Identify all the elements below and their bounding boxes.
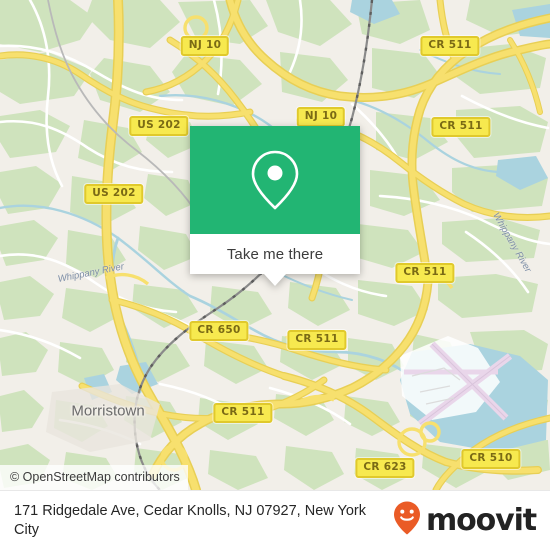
road-shield-cr-511-upper-right[interactable]: CR 511: [431, 117, 491, 137]
footer-bar: 171 Ridgedale Ave, Cedar Knolls, NJ 0792…: [0, 490, 550, 550]
take-me-there-label: Take me there: [226, 245, 324, 263]
road-shield-cr-511-right[interactable]: CR 511: [395, 263, 455, 283]
address-line-1: 171 Ridgedale Ave, Cedar Knolls, NJ 0792…: [14, 502, 334, 519]
road-shield-cr-511-top[interactable]: CR 511: [420, 36, 480, 56]
road-shield-nj-10-center[interactable]: NJ 10: [296, 107, 346, 127]
address-text: 171 Ridgedale Ave, Cedar Knolls, NJ 0792…: [14, 502, 392, 540]
moovit-map-screen: Whippany River Whippany River Morristown…: [0, 0, 550, 550]
road-shield-cr-511-bottom[interactable]: CR 511: [213, 403, 273, 423]
map-canvas[interactable]: Whippany River Whippany River Morristown…: [0, 0, 550, 490]
map-attribution[interactable]: © OpenStreetMap contributors: [0, 465, 188, 490]
map-pin-icon: [247, 147, 303, 213]
location-popup-card[interactable]: Take me there: [190, 126, 360, 286]
popup-image-placeholder: [190, 126, 360, 234]
road-shield-nj-10-north[interactable]: NJ 10: [180, 36, 230, 56]
road-shield-us-202-lower[interactable]: US 202: [84, 184, 144, 204]
road-shield-cr-650[interactable]: CR 650: [189, 321, 249, 341]
take-me-there-button[interactable]: Take me there: [190, 234, 360, 274]
popup-tail: [264, 274, 286, 286]
moovit-logo[interactable]: moovit: [392, 500, 537, 541]
road-shield-us-202-upper[interactable]: US 202: [129, 116, 189, 136]
moovit-pin-icon: [392, 500, 422, 541]
road-shield-cr-623[interactable]: CR 623: [355, 458, 415, 478]
road-shield-cr-511-center[interactable]: CR 511: [287, 330, 347, 350]
moovit-wordmark: moovit: [425, 502, 537, 538]
road-shield-cr-510[interactable]: CR 510: [461, 449, 521, 469]
